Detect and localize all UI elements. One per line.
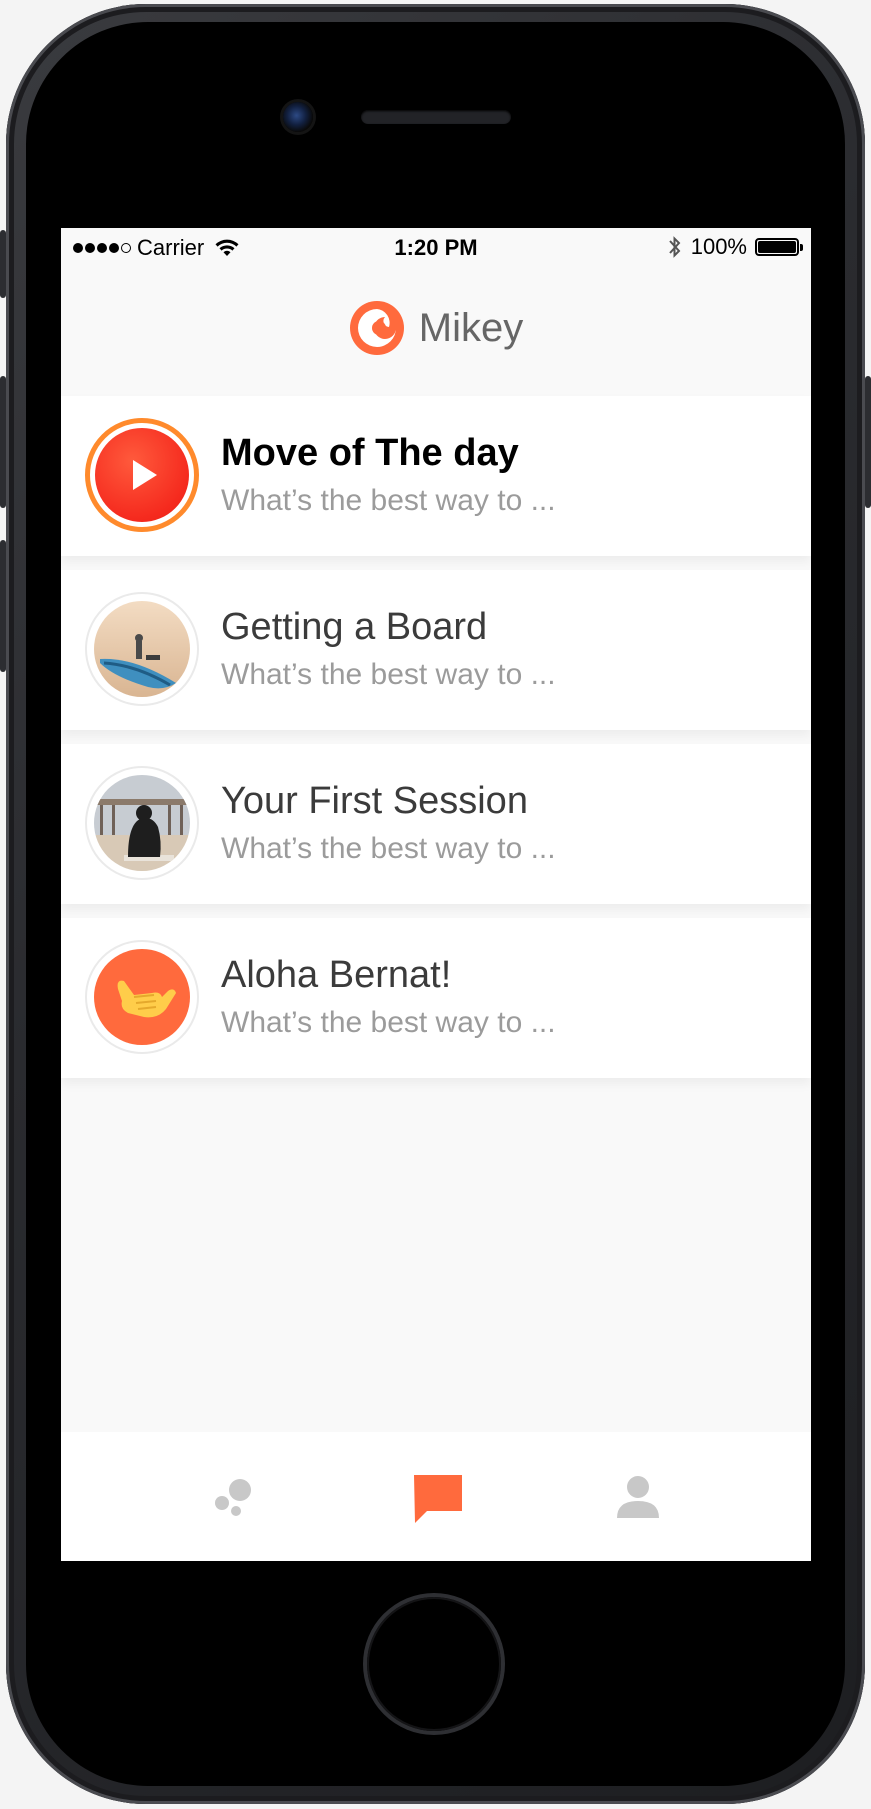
volume-up-button: [0, 376, 6, 508]
battery-percentage: 100%: [690, 234, 747, 259]
play-icon: [133, 460, 157, 490]
surfer-photo-image: [94, 775, 190, 871]
battery-icon: [755, 238, 803, 256]
nav-bar: Mikey: [61, 268, 811, 388]
item-title: Aloha Bernat!: [221, 954, 452, 996]
power-button: [865, 376, 871, 508]
item-subtitle: What’s the best way to ...: [221, 1006, 556, 1039]
item-subtitle: What’s the best way to ...: [221, 832, 556, 865]
tab-bar: [61, 1432, 811, 1561]
avatar: [85, 766, 199, 880]
surfboard-photo: [94, 601, 190, 697]
list-item-move-of-the-day[interactable]: Move of The day What’s the best way to .…: [61, 396, 811, 556]
item-title: Move of The day: [221, 432, 519, 474]
tab-profile[interactable]: [613, 1472, 663, 1522]
status-bar: Carrier 1:20 PM 100%: [61, 228, 811, 268]
bluetooth-icon: [668, 236, 681, 258]
shaka-hand-icon: [117, 980, 176, 1018]
avatar: [85, 592, 199, 706]
earpiece-speaker: [361, 110, 511, 124]
tab-discover[interactable]: [209, 1472, 259, 1522]
bubbles-icon: [215, 1479, 251, 1516]
play-avatar: [95, 428, 189, 522]
app-screen: Carrier 1:20 PM 100% Mikey Move of The d…: [61, 228, 811, 1561]
surfer-photo: [94, 775, 190, 871]
person-icon: [617, 1476, 659, 1518]
wave-logo-icon: [349, 301, 404, 355]
item-subtitle: What’s the best way to ...: [221, 484, 556, 517]
avatar: [85, 940, 199, 1054]
list-item-your-first-session[interactable]: Your First Session What’s the best way t…: [61, 744, 811, 904]
chat-bubble-icon: [414, 1475, 462, 1523]
list-item-aloha-bernat[interactable]: Aloha Bernat! What’s the best way to ...: [61, 918, 811, 1078]
tab-chat[interactable]: [411, 1472, 462, 1523]
front-camera: [283, 102, 313, 132]
home-button[interactable]: [367, 1597, 501, 1731]
shaka-avatar: [94, 949, 190, 1045]
surfboard-photo-image: [94, 601, 190, 697]
conversation-list: Move of The day What’s the best way to .…: [61, 396, 811, 1092]
avatar: [85, 418, 199, 532]
item-title: Getting a Board: [221, 606, 488, 648]
mute-switch: [0, 230, 6, 298]
volume-down-button: [0, 540, 6, 672]
item-subtitle: What’s the best way to ...: [221, 658, 556, 691]
status-right: 100%: [667, 234, 803, 260]
list-item-getting-a-board[interactable]: Getting a Board What’s the best way to .…: [61, 570, 811, 730]
item-title: Your First Session: [221, 780, 528, 822]
app-title: Mikey: [418, 305, 524, 350]
